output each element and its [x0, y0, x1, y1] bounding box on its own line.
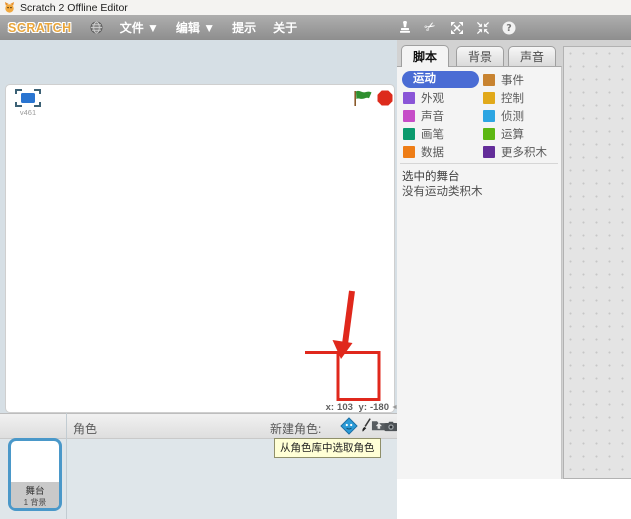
new-sprite-from-library-icon[interactable]	[340, 417, 358, 435]
category-color-swatch	[483, 128, 495, 140]
palette-divider	[400, 163, 558, 164]
palette-status-line1: 选中的舞台	[402, 168, 460, 184]
tab-backdrops[interactable]: 背景	[456, 46, 504, 66]
category-data[interactable]: 数据	[403, 145, 444, 159]
category-color-swatch	[483, 92, 495, 104]
stage-sprite-region: v461 x:103 y:-180 ◄ 角色 新建角色:	[0, 40, 397, 479]
shrink-icon[interactable]	[475, 20, 490, 35]
app-cat-icon	[4, 2, 15, 13]
category-motion[interactable]: 运动	[402, 71, 479, 88]
category-sensing[interactable]: 侦测	[483, 109, 524, 123]
menu-about[interactable]: 关于	[273, 19, 297, 36]
new-sprite-label: 新建角色:	[270, 420, 321, 437]
window-titlebar: Scratch 2 Offline Editor	[0, 0, 631, 15]
category-operators[interactable]: 运算	[483, 127, 524, 141]
delete-scissors-icon[interactable]: ✂	[423, 20, 438, 35]
scratch-logo: SCRATCH	[8, 21, 72, 35]
category-color-swatch	[483, 110, 495, 122]
category-motion-label: 运动	[413, 73, 436, 85]
tooltip: 从角色库中选取角色	[274, 438, 381, 458]
stage-thumbnail[interactable]: 舞台 1 背景	[8, 438, 62, 511]
svg-text:?: ?	[506, 23, 512, 34]
duplicate-stamp-icon[interactable]	[397, 20, 412, 35]
stage-thumbnail-label: 舞台 1 背景	[11, 482, 59, 508]
category-color-swatch	[403, 146, 415, 158]
category-sound[interactable]: 声音	[403, 109, 444, 123]
category-more-blocks[interactable]: 更多积木	[483, 145, 547, 159]
menu-file[interactable]: 文件 ▼	[120, 19, 159, 36]
category-looks[interactable]: 外观	[403, 91, 444, 105]
pane-divider	[66, 413, 67, 519]
cursor-toolbar: ✂	[397, 15, 516, 40]
scratch-editor-window: Scratch 2 Offline Editor SCRATCH 文件 ▼ 编辑…	[0, 0, 631, 479]
grow-icon[interactable]	[449, 20, 464, 35]
coord-x-label: x:	[326, 402, 334, 413]
sprite-pane-header: 角色 新建角色:	[0, 413, 397, 439]
stage-thumb-backdrop-count: 1 背景	[11, 497, 59, 508]
coord-x-value: 103	[337, 402, 353, 413]
coord-y-label: y:	[359, 402, 367, 413]
category-control[interactable]: 控制	[483, 91, 524, 105]
menu-tips[interactable]: 提示	[232, 19, 256, 36]
coord-y-value: -180	[370, 402, 389, 413]
stop-icon[interactable]	[377, 90, 393, 106]
palette-status-line2: 没有运动类积木	[402, 183, 483, 199]
category-color-swatch	[483, 146, 495, 158]
camera-sprite-icon[interactable]	[384, 421, 398, 432]
stage-panel: v461 x:103 y:-180 ◄	[5, 84, 395, 413]
help-icon[interactable]: ?	[501, 20, 516, 35]
scripts-area[interactable]	[563, 46, 631, 479]
window-title: Scratch 2 Offline Editor	[20, 2, 128, 14]
sprites-header-label: 角色	[73, 420, 97, 437]
fullscreen-icon[interactable]	[15, 89, 41, 107]
category-color-swatch	[403, 92, 415, 104]
tab-sounds[interactable]: 声音	[508, 46, 556, 66]
category-color-swatch	[403, 128, 415, 140]
category-color-swatch	[483, 74, 495, 86]
menu-bar: SCRATCH 文件 ▼ 编辑 ▼ 提示 关于 ✂	[0, 15, 631, 40]
green-flag-icon[interactable]	[353, 90, 373, 107]
version-label: v461	[15, 108, 41, 117]
category-events[interactable]: 事件	[483, 73, 524, 87]
mouse-coordinates: x:103 y:-180	[194, 402, 389, 413]
category-color-swatch	[403, 110, 415, 122]
category-pen[interactable]: 画笔	[403, 127, 444, 141]
stage-thumb-title: 舞台	[11, 483, 59, 497]
tab-scripts[interactable]: 脚本	[401, 45, 449, 67]
menu-edit[interactable]: 编辑 ▼	[176, 19, 215, 36]
language-globe-icon[interactable]	[90, 21, 103, 34]
